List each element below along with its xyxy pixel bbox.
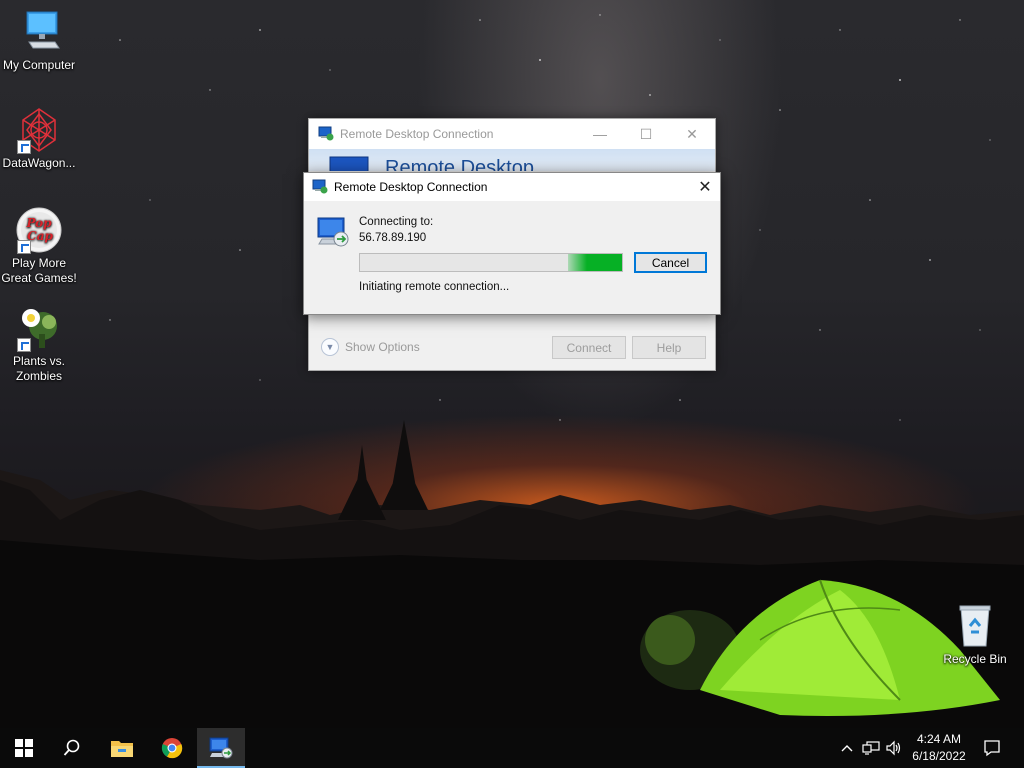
remote-desktop-icon xyxy=(312,178,328,197)
desktop-icon-label: Plants vs. Zombies xyxy=(12,354,66,383)
dialog-title: Remote Desktop Connection xyxy=(334,180,488,194)
notification-icon xyxy=(984,740,1000,757)
show-hidden-icons-button[interactable] xyxy=(838,728,856,768)
progress-marquee xyxy=(568,254,622,271)
chrome-button[interactable] xyxy=(148,728,196,768)
rdc-banner: Remote Desktop xyxy=(309,149,715,171)
connecting-dialog: Remote Desktop Connection ✕ Connecting t… xyxy=(303,172,721,315)
system-clock[interactable]: 4:24 AM 6/18/2022 xyxy=(900,731,978,765)
chevron-up-icon xyxy=(841,745,853,752)
plants-vs-zombies-icon xyxy=(15,304,63,352)
clock-date: 6/18/2022 xyxy=(912,749,966,763)
start-button[interactable] xyxy=(0,728,48,768)
desktop-icon-label: DataWagon... xyxy=(2,156,76,170)
clock-time: 4:24 AM xyxy=(916,732,962,746)
desktop-icon-datawagon[interactable]: DataWagon... xyxy=(0,106,78,171)
taskbar: 4:24 AM 6/18/2022 xyxy=(0,728,1024,768)
close-button[interactable]: ✕ xyxy=(669,119,715,149)
start-icon xyxy=(15,739,33,757)
svg-text:Pop: Pop xyxy=(25,216,52,230)
svg-text:Cap: Cap xyxy=(27,229,53,243)
title-bar[interactable]: Remote Desktop Connection — ☐ ✕ xyxy=(309,119,715,149)
show-options-toggle[interactable]: ▼ Show Options xyxy=(321,338,420,356)
desktop-icon-label: Play More Great Games! xyxy=(1,256,77,285)
desktop-icon-label: Recycle Bin xyxy=(943,652,1007,666)
chrome-icon xyxy=(161,738,183,759)
show-options-label: Show Options xyxy=(345,340,420,354)
file-explorer-button[interactable] xyxy=(98,728,146,768)
network-icon xyxy=(862,741,880,755)
window-title: Remote Desktop Connection xyxy=(340,127,494,141)
connecting-label: Connecting to: xyxy=(359,216,434,228)
shortcut-arrow-icon xyxy=(17,240,31,254)
banner-title: Remote Desktop xyxy=(385,157,534,171)
file-explorer-icon xyxy=(111,741,133,757)
computer-icon xyxy=(15,8,63,56)
recycle-bin-icon xyxy=(951,602,999,650)
remote-desktop-taskbar-button[interactable] xyxy=(197,728,245,768)
action-center-button[interactable] xyxy=(978,728,1006,768)
desktop-icon-label: My Computer xyxy=(2,58,76,72)
shortcut-arrow-icon xyxy=(17,140,31,154)
remote-desktop-icon xyxy=(318,125,334,144)
connection-progress-bar xyxy=(359,253,623,272)
desktop-icon-plants-vs-zombies[interactable]: Plants vs. Zombies xyxy=(0,304,78,384)
popcap-icon: Pop Cap xyxy=(15,206,63,254)
shortcut-arrow-icon xyxy=(17,338,31,352)
search-button[interactable] xyxy=(48,728,96,768)
search-icon xyxy=(63,739,80,756)
remote-desktop-icon xyxy=(209,737,233,759)
connecting-host: 56.78.89.190 xyxy=(359,232,427,244)
cancel-button[interactable]: Cancel xyxy=(634,252,707,273)
desktop-icon-recycle-bin[interactable]: Recycle Bin xyxy=(936,602,1014,667)
minimize-button[interactable]: — xyxy=(577,119,623,149)
connection-status: Initiating remote connection... xyxy=(359,281,510,293)
datawagon-icon xyxy=(15,106,63,154)
chevron-down-icon: ▼ xyxy=(321,338,339,356)
window-footer: ▼ Show Options Connect Help xyxy=(309,313,715,370)
remote-desktop-connecting-icon xyxy=(316,215,350,252)
connect-button[interactable]: Connect xyxy=(552,336,626,359)
desktop-icon-popcap[interactable]: Pop Cap Play More Great Games! xyxy=(0,206,78,286)
help-button[interactable]: Help xyxy=(632,336,706,359)
desktop-icon-my-computer[interactable]: My Computer xyxy=(0,8,78,73)
dialog-title-bar[interactable]: Remote Desktop Connection ✕ xyxy=(304,173,720,201)
maximize-button[interactable]: ☐ xyxy=(623,119,669,149)
dialog-close-button[interactable]: ✕ xyxy=(690,173,720,201)
monitor-icon xyxy=(329,156,369,171)
network-button[interactable] xyxy=(860,728,882,768)
